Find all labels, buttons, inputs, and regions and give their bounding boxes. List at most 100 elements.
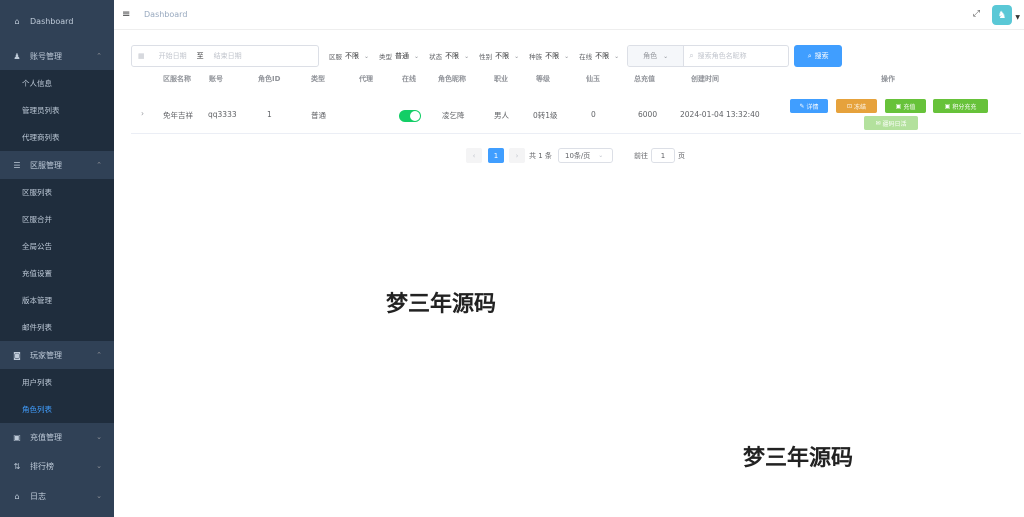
sidebar-group-player[interactable]: ◙ 玩家管理 ⌃: [0, 341, 114, 369]
col-header-created: 创建时间: [691, 75, 719, 83]
repair-button[interactable]: ✉ 疆码日活: [864, 116, 918, 130]
sidebar-group-label: 玩家管理: [30, 350, 62, 360]
col-header-type: 类型: [311, 75, 325, 83]
points-button[interactable]: ▣ 积分充充: [933, 99, 988, 113]
online-value: 不限: [595, 52, 610, 60]
col-header-recharge: 总充值: [634, 75, 655, 83]
gender-value: 不限: [495, 52, 510, 60]
watermark-text: 梦三年源码: [743, 446, 854, 471]
role-select[interactable]: 角色 ⌄: [628, 46, 685, 66]
cell-profession: 男人: [494, 111, 509, 120]
gamepad-icon: ◙: [13, 350, 21, 360]
gender-select[interactable]: 性别 不限 ⌄: [479, 51, 519, 61]
sidebar-item-mail-list[interactable]: 邮件列表: [0, 314, 114, 341]
chevron-down-icon: ⌄: [96, 433, 102, 441]
page-1-button[interactable]: 1: [488, 148, 504, 163]
role-select-value: 角色: [643, 52, 658, 60]
page-suffix: 页: [678, 151, 685, 160]
cell-account: qq3333: [208, 110, 237, 119]
calendar-icon: ▦: [138, 52, 145, 60]
navbar: ≡ Dashboard: [114, 0, 1024, 30]
sidebar-group-logs[interactable]: ⌂ 日志 ⌄: [0, 481, 114, 511]
sidebar-group-label: 区服管理: [30, 160, 62, 170]
type-label: 类型: [379, 53, 393, 61]
list-icon: ☰: [13, 160, 21, 170]
goto-page-input[interactable]: 1: [651, 148, 675, 163]
sidebar-group-label: 排行榜: [30, 461, 54, 471]
freeze-button-label: 冻结: [854, 103, 867, 111]
rebirth-label: 种族: [529, 53, 543, 61]
caret-down-icon[interactable]: ▼: [1015, 14, 1020, 21]
col-header-profession: 职业: [494, 75, 508, 83]
status-value: 不限: [445, 52, 460, 60]
start-date-placeholder: 开始日期: [158, 52, 187, 60]
sidebar-item-version[interactable]: 版本管理: [0, 287, 114, 314]
sidebar-item-server-merge[interactable]: 区服合并: [0, 206, 114, 233]
lock-icon: ⊡: [846, 102, 852, 110]
prev-page-button[interactable]: ‹: [466, 148, 482, 163]
server-select[interactable]: 区服 不限 ⌄: [329, 51, 369, 61]
online-select[interactable]: 在线 不限 ⌄: [579, 51, 619, 61]
sidebar-group-label: 日志: [30, 491, 46, 501]
search-button-label: 搜索: [814, 52, 829, 60]
rebirth-select[interactable]: 种族 不限 ⌄: [529, 51, 569, 61]
role-search-input[interactable]: 搜索角色名昵称: [694, 51, 747, 61]
expand-chevron-icon[interactable]: ›: [141, 109, 144, 118]
online-switch[interactable]: [399, 110, 421, 122]
sidebar-item-admin-list[interactable]: 管理员列表: [0, 97, 114, 124]
type-value: 普通: [395, 52, 410, 60]
recharge-button-label: 充值: [903, 103, 916, 111]
chevron-down-icon: ⌄: [514, 52, 520, 60]
goto-label: 前往: [634, 151, 648, 160]
date-separator: 至: [196, 52, 204, 60]
total-count: 共 1 条: [529, 151, 552, 160]
breadcrumb[interactable]: Dashboard: [144, 10, 187, 19]
sidebar-item-recharge-settings[interactable]: 充值设置: [0, 260, 114, 287]
recharge-button[interactable]: ▣ 充值: [885, 99, 926, 113]
chevron-up-icon: ⌃: [96, 351, 102, 359]
avatar[interactable]: ♞: [992, 5, 1012, 25]
page-size-select[interactable]: 10条/页 ⌄: [558, 148, 613, 163]
search-button[interactable]: ⌕ 搜索: [794, 45, 843, 67]
sidebar-group-account[interactable]: ♟ 账号管理 ⌃: [0, 42, 114, 70]
sidebar-group-recharge[interactable]: ▣ 充值管理 ⌄: [0, 423, 114, 451]
sidebar-item-dashboard[interactable]: ⌂ Dashboard: [0, 0, 114, 42]
chevron-down-icon: ⌄: [364, 52, 370, 60]
chevron-down-icon: ⌄: [414, 52, 420, 60]
cell-nickname: 凌乞降: [442, 111, 465, 120]
fullscreen-icon[interactable]: ⤢: [973, 9, 980, 19]
sidebar-group-leaderboard[interactable]: ⇅ 排行榜 ⌄: [0, 451, 114, 481]
edit-icon: ✎: [799, 102, 805, 110]
online-label: 在线: [579, 53, 593, 61]
table-row: › 免年吉祥 qq3333 1 普通 凌乞降 男人 0转1级 0 6000 20…: [131, 96, 1021, 134]
money-icon: ▣: [944, 102, 951, 110]
date-range-picker[interactable]: ▦ 开始日期 至 结束日期: [131, 45, 319, 67]
role-search-group: 角色 ⌄ ⌕ 搜索角色名昵称: [627, 45, 790, 67]
chevron-down-icon: ⌄: [598, 152, 604, 159]
hamburger-icon[interactable]: ≡: [122, 9, 134, 20]
sidebar-item-personal-info[interactable]: 个人信息: [0, 70, 114, 97]
freeze-button[interactable]: ⊡ 冻结: [836, 99, 877, 113]
sidebar-item-user-list[interactable]: 用户列表: [0, 369, 114, 396]
col-header-online: 在线: [402, 75, 416, 83]
cell-jade: 0: [591, 110, 596, 119]
chevron-down-icon: ⌄: [663, 52, 669, 60]
sidebar-item-role-list[interactable]: 角色列表: [0, 396, 114, 423]
chevron-down-icon: ⌄: [96, 492, 102, 500]
end-date-placeholder: 结束日期: [213, 52, 242, 60]
sidebar-item-agent-list[interactable]: 代理商列表: [0, 124, 114, 151]
chevron-down-icon: ⌄: [464, 52, 470, 60]
table-header: 区服名称 账号 角色ID 类型 代理 在线 角色昵称 职业 等级 仙玉 总充值 …: [131, 74, 1021, 86]
col-header-role-id: 角色ID: [258, 75, 281, 83]
sidebar-item-server-list[interactable]: 区服列表: [0, 179, 114, 206]
sidebar-item-announcement[interactable]: 全局公告: [0, 233, 114, 260]
mail-icon: ✉: [875, 119, 881, 127]
cell-recharge: 6000: [638, 110, 658, 119]
sidebar-group-server[interactable]: ☰ 区服管理 ⌃: [0, 151, 114, 179]
type-select[interactable]: 类型 普通 ⌄: [379, 51, 419, 61]
detail-button[interactable]: ✎ 详情: [790, 99, 828, 113]
chevron-down-icon: ⌄: [614, 52, 620, 60]
status-select[interactable]: 状态 不限 ⌄: [429, 51, 469, 61]
sidebar-item-label: Dashboard: [30, 16, 74, 26]
next-page-button[interactable]: ›: [509, 148, 525, 163]
